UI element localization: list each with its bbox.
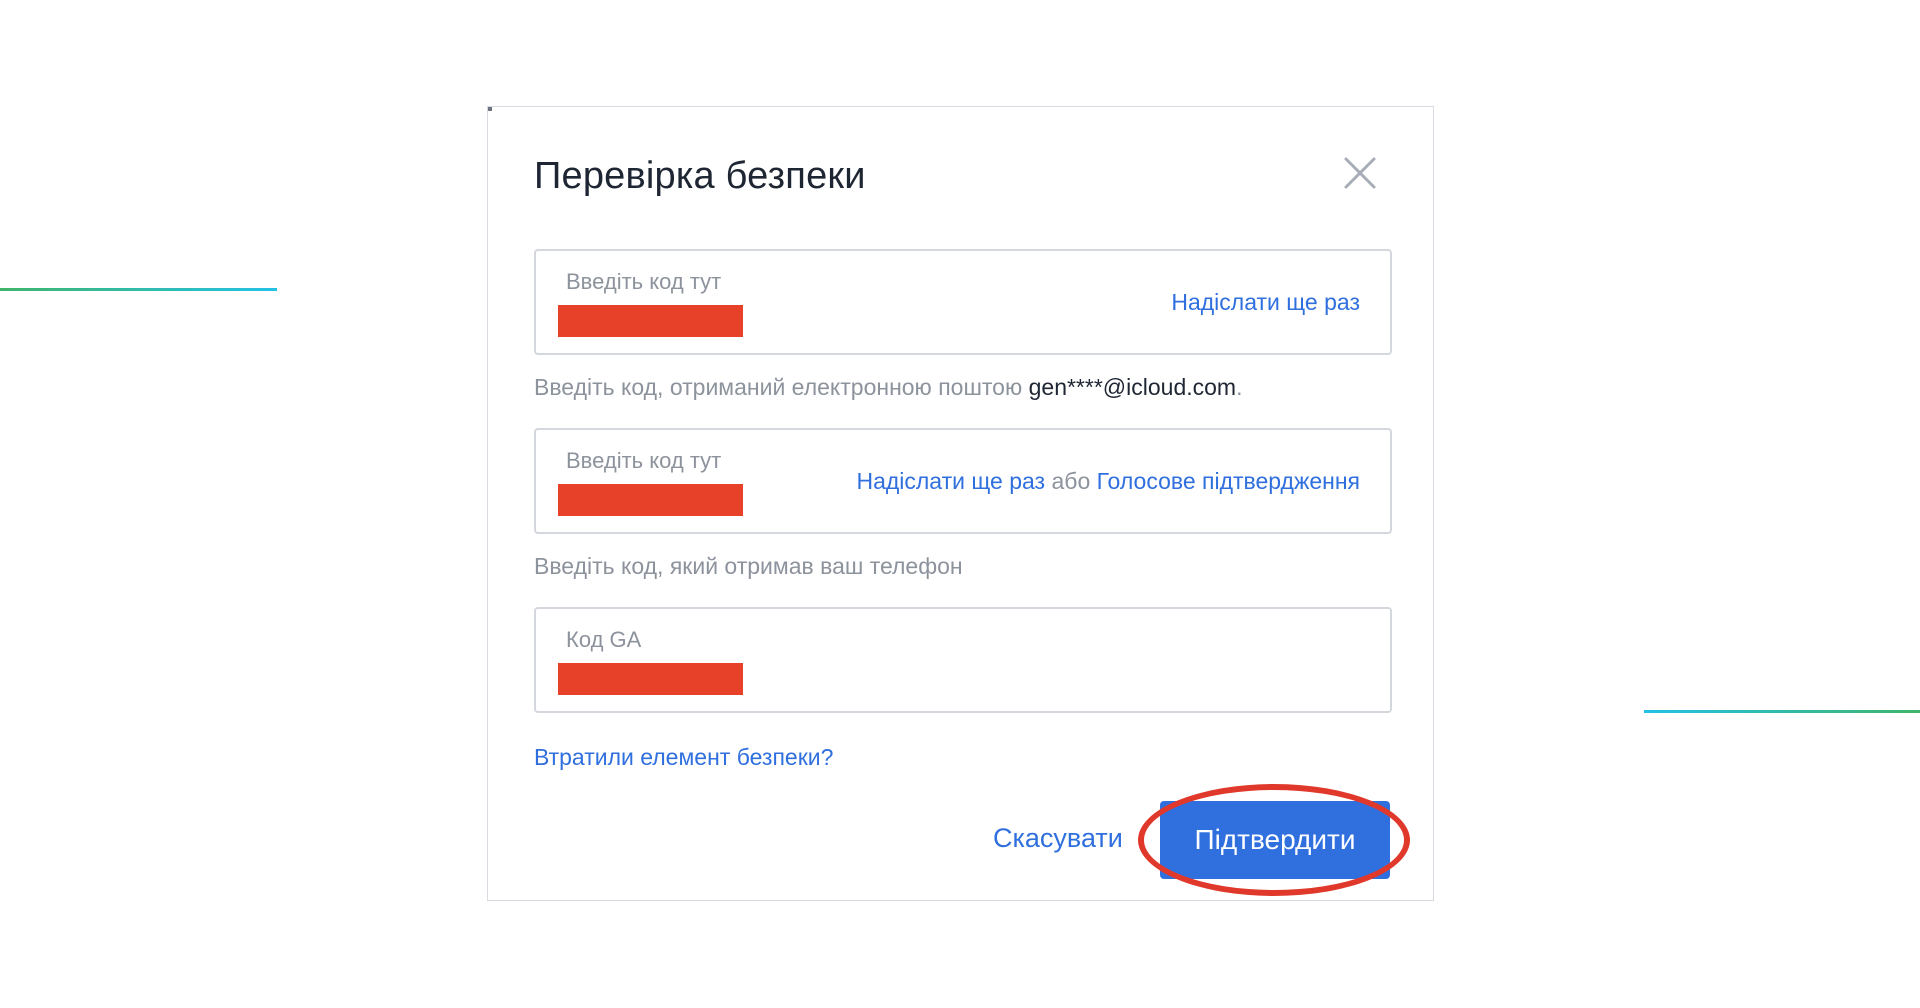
cancel-button[interactable]: Скасувати bbox=[993, 823, 1123, 854]
security-verification-dialog: Перевірка безпеки Введіть код тут Надісл… bbox=[487, 106, 1434, 901]
or-separator: або bbox=[1045, 468, 1097, 494]
email-hint-suffix: . bbox=[1236, 374, 1243, 400]
decorative-line-left bbox=[0, 288, 277, 291]
masked-email: gen****@icloud.com bbox=[1028, 374, 1237, 400]
email-code-hint: Введіть код, отриманий електронною пошто… bbox=[534, 374, 1242, 401]
corner-mark bbox=[488, 107, 492, 111]
email-hint-text: Введіть код, отриманий електронною пошто… bbox=[534, 374, 1029, 400]
email-code-field: Введіть код тут Надіслати ще раз bbox=[534, 249, 1392, 355]
decorative-line-right bbox=[1644, 710, 1920, 713]
phone-code-hint: Введіть код, який отримав ваш телефон bbox=[534, 553, 963, 579]
close-icon bbox=[1342, 155, 1378, 191]
ga-code-field: Код GA bbox=[534, 607, 1392, 713]
phone-code-label: Введіть код тут bbox=[566, 448, 722, 473]
email-code-actions: Надіслати ще раз bbox=[1171, 289, 1360, 316]
phone-resend-link[interactable]: Надіслати ще раз bbox=[856, 468, 1045, 494]
confirm-button[interactable]: Підтвердити bbox=[1160, 801, 1390, 879]
email-code-label: Введіть код тут bbox=[566, 269, 722, 294]
voice-verification-link[interactable]: Голосове підтвердження bbox=[1097, 468, 1360, 494]
phone-code-input[interactable] bbox=[558, 484, 743, 516]
lost-security-item-link[interactable]: Втратили елемент безпеки? bbox=[534, 744, 833, 771]
ga-code-input[interactable] bbox=[558, 663, 743, 695]
email-code-input[interactable] bbox=[558, 305, 743, 337]
phone-code-actions: Надіслати ще раз або Голосове підтвердже… bbox=[856, 468, 1360, 495]
ga-code-label: Код GA bbox=[566, 627, 642, 652]
phone-code-field: Введіть код тут Надіслати ще раз або Гол… bbox=[534, 428, 1392, 534]
close-button[interactable] bbox=[1342, 155, 1378, 191]
dialog-title: Перевірка безпеки bbox=[534, 155, 866, 197]
email-resend-link[interactable]: Надіслати ще раз bbox=[1171, 289, 1360, 315]
